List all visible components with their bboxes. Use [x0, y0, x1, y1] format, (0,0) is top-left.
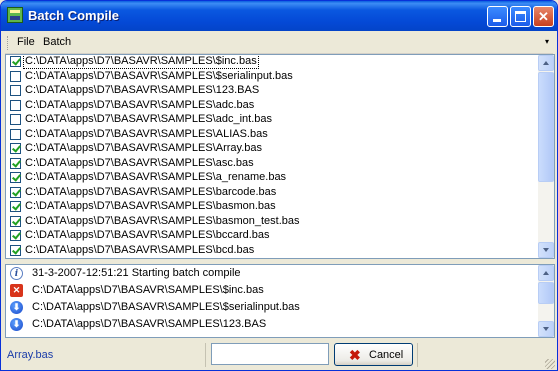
file-list-item[interactable]: C:\DATA\apps\D7\BASAVR\SAMPLES\$inc.bas	[6, 55, 536, 70]
file-checkbox[interactable]	[10, 244, 21, 256]
file-checkbox[interactable]	[10, 70, 21, 82]
scroll-thumb[interactable]	[538, 72, 554, 182]
file-list-item[interactable]: C:\DATA\apps\D7\BASAVR\SAMPLES\Array.bas	[6, 142, 536, 157]
file-path-label: C:\DATA\apps\D7\BASAVR\SAMPLES\barcode.b…	[25, 185, 277, 198]
file-checkbox[interactable]	[10, 186, 21, 198]
file-path-label: C:\DATA\apps\D7\BASAVR\SAMPLES\basmon_te…	[25, 214, 300, 227]
file-list-item[interactable]: C:\DATA\apps\D7\BASAVR\SAMPLES\barcode.b…	[6, 186, 536, 201]
scroll-down-button[interactable]	[538, 321, 554, 337]
file-checkbox[interactable]	[10, 56, 21, 67]
file-list-scrollbar[interactable]	[538, 55, 554, 258]
close-button[interactable]: ✕	[533, 6, 554, 27]
file-list-item[interactable]: C:\DATA\apps\D7\BASAVR\SAMPLES\basmon.ba…	[6, 200, 536, 215]
title-bar[interactable]: Batch Compile ✕	[1, 1, 557, 31]
app-icon	[7, 7, 23, 23]
file-list[interactable]: C:\DATA\apps\D7\BASAVR\SAMPLES\$inc.bas C…	[5, 54, 555, 259]
file-path-label: C:\DATA\apps\D7\BASAVR\SAMPLES\basmon.ba…	[25, 200, 276, 212]
batch-compile-window: Batch Compile ✕ File Batch ▾ C:\DATA\app…	[0, 0, 558, 371]
cancel-icon: ✖	[349, 347, 361, 363]
chevron-down-icon[interactable]: ▾	[545, 37, 549, 46]
status-separator	[417, 343, 418, 367]
menu-file[interactable]: File	[17, 36, 35, 48]
file-checkbox[interactable]	[10, 172, 21, 183]
file-checkbox[interactable]	[10, 99, 21, 111]
log-entry[interactable]: ✕ C:\DATA\apps\D7\BASAVR\SAMPLES\$inc.bas	[6, 282, 536, 299]
scroll-thumb[interactable]	[538, 282, 554, 304]
scroll-up-button[interactable]	[538, 55, 554, 71]
maximize-icon	[515, 11, 526, 22]
log-entry-text: C:\DATA\apps\D7\BASAVR\SAMPLES\123.BAS	[32, 318, 267, 330]
file-checkbox[interactable]	[10, 85, 21, 96]
file-list-item[interactable]: C:\DATA\apps\D7\BASAVR\SAMPLES\ALIAS.bas	[6, 128, 536, 143]
log-entry-text: C:\DATA\apps\D7\BASAVR\SAMPLES\$serialin…	[32, 301, 300, 313]
cancel-label: Cancel	[369, 349, 404, 361]
progress-icon: ⬇	[10, 301, 23, 314]
scroll-down-button[interactable]	[538, 242, 554, 258]
log-entry[interactable]: i 31-3-2007-12:51:21 Starting batch compi…	[6, 265, 536, 282]
file-path-label: C:\DATA\apps\D7\BASAVR\SAMPLES\Array.bas	[25, 142, 262, 154]
file-list-item[interactable]: C:\DATA\apps\D7\BASAVR\SAMPLES\adc.bas	[6, 99, 536, 114]
file-list-item[interactable]: C:\DATA\apps\D7\BASAVR\SAMPLES\basmon_te…	[6, 215, 536, 230]
file-path-label: C:\DATA\apps\D7\BASAVR\SAMPLES\$inc.bas	[23, 55, 259, 69]
info-icon: i	[10, 267, 23, 280]
file-list-item[interactable]: C:\DATA\apps\D7\BASAVR\SAMPLES\$serialin…	[6, 70, 536, 85]
file-path-label: C:\DATA\apps\D7\BASAVR\SAMPLES\asc.bas	[25, 156, 254, 169]
file-list-item[interactable]: C:\DATA\apps\D7\BASAVR\SAMPLES\adc_int.b…	[6, 113, 536, 128]
file-path-label: C:\DATA\apps\D7\BASAVR\SAMPLES\adc.bas	[25, 98, 255, 111]
close-icon: ✕	[538, 9, 549, 24]
file-list-item[interactable]: C:\DATA\apps\D7\BASAVR\SAMPLES\a_rename.…	[6, 171, 536, 186]
resize-grip[interactable]	[545, 359, 555, 369]
file-checkbox[interactable]	[10, 230, 21, 241]
log-rows: i 31-3-2007-12:51:21 Starting batch compi…	[6, 265, 536, 333]
file-path-label: C:\DATA\apps\D7\BASAVR\SAMPLES\123.BAS	[25, 84, 260, 96]
file-checkbox[interactable]	[10, 157, 21, 169]
file-rows: C:\DATA\apps\D7\BASAVR\SAMPLES\$inc.bas C…	[6, 55, 536, 259]
scroll-up-button[interactable]	[538, 265, 554, 281]
file-checkbox[interactable]	[10, 201, 21, 212]
log-entry-text: 31-3-2007-12:51:21 Starting batch compil…	[32, 267, 241, 279]
file-checkbox[interactable]	[10, 215, 21, 227]
log-list[interactable]: i 31-3-2007-12:51:21 Starting batch compi…	[5, 264, 555, 338]
file-checkbox[interactable]	[10, 143, 21, 154]
log-entry[interactable]: ⬇ C:\DATA\apps\D7\BASAVR\SAMPLES\$seriali…	[6, 299, 536, 316]
progress-field	[211, 343, 329, 365]
file-path-label: C:\DATA\apps\D7\BASAVR\SAMPLES\a_rename.…	[25, 171, 287, 183]
file-list-item[interactable]: C:\DATA\apps\D7\BASAVR\SAMPLES\bcd.bas	[6, 244, 536, 259]
log-entry-text: C:\DATA\apps\D7\BASAVR\SAMPLES\$inc.bas	[32, 284, 264, 296]
file-list-item[interactable]: C:\DATA\apps\D7\BASAVR\SAMPLES\bccard.ba…	[6, 229, 536, 244]
file-path-label: C:\DATA\apps\D7\BASAVR\SAMPLES\$serialin…	[25, 69, 293, 82]
cancel-button[interactable]: ✖ Cancel	[334, 343, 413, 366]
file-checkbox[interactable]	[10, 114, 21, 125]
minimize-button[interactable]	[487, 6, 508, 27]
file-path-label: C:\DATA\apps\D7\BASAVR\SAMPLES\bccard.ba…	[25, 229, 270, 241]
menu-batch[interactable]: Batch	[43, 36, 71, 48]
status-bar: Array.bas ✖ Cancel	[1, 339, 557, 370]
window-title: Batch Compile	[28, 8, 120, 23]
progress-icon: ⬇	[10, 318, 23, 331]
file-list-item[interactable]: C:\DATA\apps\D7\BASAVR\SAMPLES\asc.bas	[6, 157, 536, 172]
file-list-item[interactable]: C:\DATA\apps\D7\BASAVR\SAMPLES\123.BAS	[6, 84, 536, 99]
menu-bar: File Batch ▾	[5, 33, 553, 54]
file-checkbox[interactable]	[10, 128, 21, 140]
minimize-icon	[493, 19, 501, 22]
error-icon: ✕	[10, 284, 23, 297]
status-separator	[205, 343, 206, 367]
menu-grip[interactable]	[7, 36, 10, 50]
current-file-label: Array.bas	[7, 349, 54, 361]
log-entry[interactable]: ⬇ C:\DATA\apps\D7\BASAVR\SAMPLES\123.BAS	[6, 316, 536, 333]
file-path-label: C:\DATA\apps\D7\BASAVR\SAMPLES\adc_int.b…	[25, 113, 272, 125]
file-path-label: C:\DATA\apps\D7\BASAVR\SAMPLES\bcd.bas	[25, 243, 255, 256]
log-list-scrollbar[interactable]	[538, 265, 554, 337]
file-path-label: C:\DATA\apps\D7\BASAVR\SAMPLES\ALIAS.bas	[25, 127, 268, 140]
maximize-button[interactable]	[510, 6, 531, 27]
